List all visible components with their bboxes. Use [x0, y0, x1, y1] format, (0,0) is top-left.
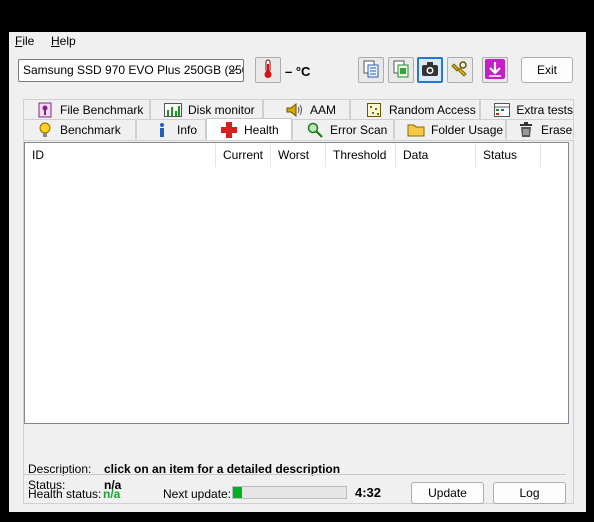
health-status-label: Health status: — [28, 487, 102, 501]
thermometer-icon — [261, 59, 275, 82]
info-icon — [153, 122, 171, 138]
list-header: ID Current Worst Threshold Data Status — [25, 143, 568, 167]
update-button[interactable]: Update — [411, 482, 484, 504]
column-header-id[interactable]: ID — [25, 143, 216, 167]
camera-icon — [421, 61, 439, 80]
trash-icon — [517, 121, 535, 138]
tab-disk-monitor[interactable]: Disk monitor — [150, 99, 263, 119]
speaker-icon — [286, 102, 304, 118]
tab-folder-usage[interactable]: Folder Usage — [394, 119, 506, 139]
tab-error-scan-label: Error Scan — [330, 122, 388, 137]
menu-bar: File Help — [9, 32, 586, 50]
tab-aam-label: AAM — [310, 102, 337, 117]
menu-help[interactable]: Help — [51, 34, 76, 48]
extra-tests-icon — [494, 102, 511, 118]
health-panel: ID Current Worst Threshold Data Status D… — [23, 140, 574, 504]
tab-info-label: Info — [177, 122, 198, 137]
menu-file[interactable]: File — [15, 34, 34, 48]
tab-benchmark[interactable]: Benchmark — [23, 119, 136, 139]
chevron-down-icon — [227, 60, 239, 81]
tab-folder-usage-label: Folder Usage — [431, 122, 504, 137]
tab-health-label: Health — [244, 122, 279, 137]
app-window: File Help Samsung SSD 970 EVO Plus 250GB… — [9, 32, 586, 512]
wrench-icon — [451, 60, 469, 81]
footer-separator — [23, 474, 566, 475]
tab-benchmark-label: Benchmark — [60, 122, 121, 137]
column-header-threshold[interactable]: Threshold — [326, 143, 396, 167]
health-cross-icon — [220, 121, 238, 138]
menu-help-mnemonic: H — [51, 34, 60, 48]
drive-select[interactable]: Samsung SSD 970 EVO Plus 250GB (250 — [18, 59, 244, 82]
column-header-current[interactable]: Current — [216, 143, 271, 167]
drive-select-value: Samsung SSD 970 EVO Plus 250GB (250 — [23, 63, 244, 77]
column-header-data[interactable]: Data — [396, 143, 476, 167]
tab-file-benchmark[interactable]: File Benchmark — [23, 99, 150, 119]
next-update-label: Next update: — [163, 487, 232, 501]
tab-strip: File Benchmark Disk monitor AAM Random A… — [23, 99, 574, 141]
disk-monitor-icon — [164, 102, 182, 118]
folder-icon — [407, 122, 425, 138]
toolbar: Samsung SSD 970 EVO Plus 250GB (250 – °C — [9, 52, 586, 86]
magnifier-icon — [306, 122, 324, 138]
random-access-icon — [365, 102, 383, 118]
copy-image-button[interactable] — [388, 57, 414, 83]
tab-extra-tests[interactable]: Extra tests — [480, 99, 574, 119]
log-button[interactable]: Log — [493, 482, 566, 504]
exit-button[interactable]: Exit — [521, 57, 573, 83]
screenshot-button[interactable] — [417, 57, 443, 83]
copy-text-button[interactable] — [358, 57, 384, 83]
tab-erase[interactable]: Erase — [506, 119, 574, 139]
tab-error-scan[interactable]: Error Scan — [292, 119, 394, 139]
tab-health[interactable]: Health — [206, 118, 292, 140]
tab-erase-label: Erase — [541, 122, 573, 137]
health-status-value: n/a — [103, 487, 121, 501]
progress-fill — [233, 487, 243, 498]
menu-file-label: ile — [22, 34, 35, 48]
tab-random-access-label: Random Access — [389, 102, 476, 117]
download-arrow-icon — [485, 58, 505, 82]
tab-file-benchmark-label: File Benchmark — [60, 102, 144, 117]
menu-help-label: elp — [59, 34, 76, 48]
next-update-timer: 4:32 — [355, 485, 382, 500]
temperature-readout: – °C — [285, 64, 311, 79]
copy-image-icon — [392, 60, 410, 81]
download-update-button[interactable] — [482, 57, 508, 83]
tab-random-access[interactable]: Random Access — [350, 99, 480, 119]
column-header-status[interactable]: Status — [476, 143, 541, 167]
next-update-progress — [232, 486, 347, 499]
options-button[interactable] — [447, 57, 473, 83]
tab-aam[interactable]: AAM — [263, 99, 350, 119]
file-benchmark-icon — [36, 102, 54, 118]
tab-info[interactable]: Info — [136, 119, 206, 139]
lightbulb-icon — [36, 122, 54, 138]
tab-extra-tests-label: Extra tests — [516, 102, 573, 117]
temperature-button[interactable] — [255, 57, 281, 83]
tab-disk-monitor-label: Disk monitor — [188, 102, 255, 117]
copy-text-icon — [362, 60, 380, 81]
column-header-worst[interactable]: Worst — [271, 143, 326, 167]
smart-attributes-list[interactable]: ID Current Worst Threshold Data Status — [24, 142, 569, 424]
